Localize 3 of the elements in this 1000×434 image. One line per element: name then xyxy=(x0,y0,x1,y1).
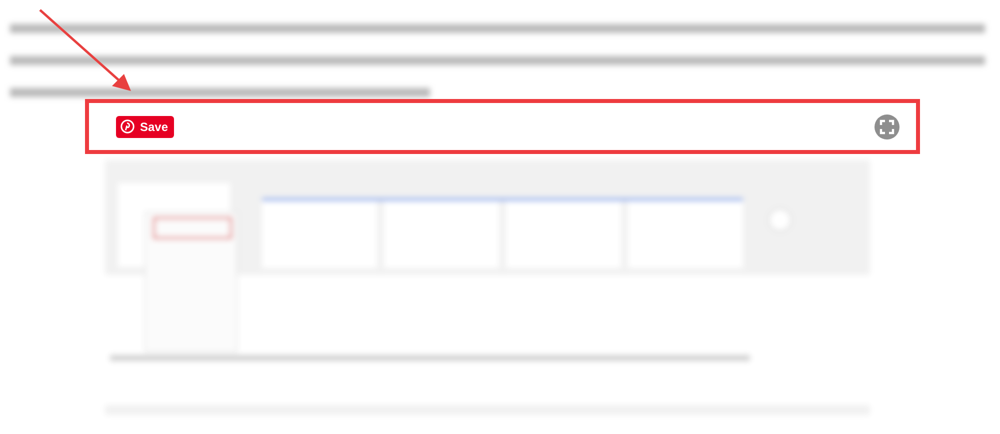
expand-icon[interactable] xyxy=(874,114,900,140)
pin-logo-icon xyxy=(120,119,135,134)
save-button[interactable]: Save xyxy=(116,116,174,138)
